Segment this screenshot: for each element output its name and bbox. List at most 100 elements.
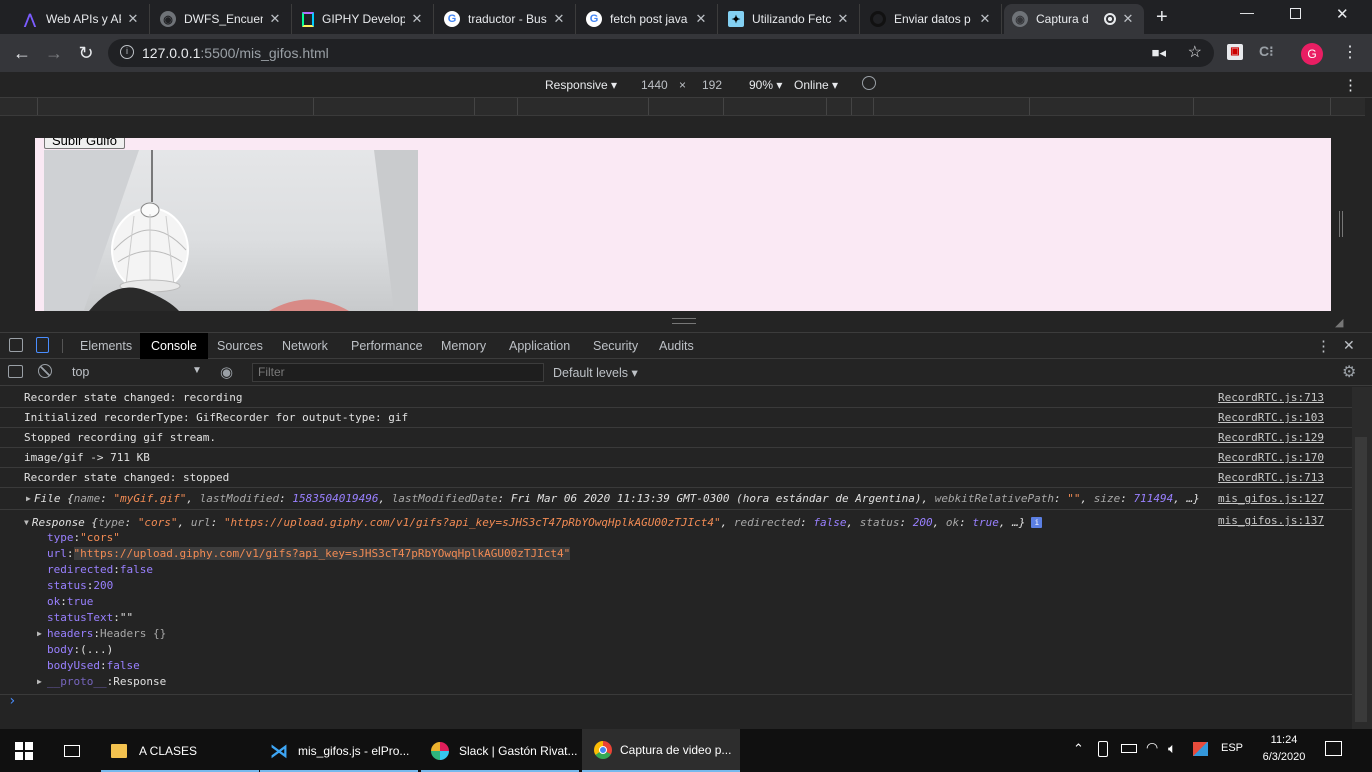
bookmark-star-icon[interactable]: ☆ xyxy=(1188,42,1202,62)
device-more-icon[interactable]: ⋮ xyxy=(1343,76,1358,94)
ruler-segment[interactable] xyxy=(37,98,38,115)
tab-elements[interactable]: Elements xyxy=(69,333,143,359)
close-devtools-icon[interactable]: ✕ xyxy=(1343,337,1355,354)
ruler-segment[interactable] xyxy=(851,98,852,115)
info-icon[interactable]: i xyxy=(120,45,134,59)
maximize-button[interactable] xyxy=(1290,8,1301,19)
viewport-resize-corner[interactable]: ◢ xyxy=(1335,316,1343,329)
taskbar-item-active[interactable]: Captura de video p... xyxy=(582,729,740,772)
expand-triangle-icon[interactable]: ▶ xyxy=(37,629,42,638)
clear-console-icon[interactable] xyxy=(38,364,52,378)
browser-tab[interactable]: G traductor - Bus ✕ xyxy=(436,4,576,34)
usb-icon[interactable] xyxy=(1098,741,1108,757)
viewport-resize-handle-bottom[interactable] xyxy=(672,318,696,324)
tab-memory[interactable]: Memory xyxy=(430,333,497,359)
battery-icon[interactable] xyxy=(1121,744,1137,753)
camera-icon[interactable]: ■◂ xyxy=(1152,45,1166,61)
expand-triangle-icon[interactable]: ▶ xyxy=(37,677,42,686)
browser-tab-active[interactable]: ◉ Captura d ✕ xyxy=(1004,4,1144,34)
gear-icon[interactable]: ⚙ xyxy=(1342,362,1356,382)
source-link[interactable]: mis_gifos.js:137 xyxy=(1218,514,1324,527)
filter-input[interactable]: Filter xyxy=(252,363,544,382)
log-levels-select[interactable]: Default levels ▾ xyxy=(553,365,638,380)
taskbar-item[interactable]: Slack | Gastón Rivat... xyxy=(421,729,579,772)
source-link[interactable]: RecordRTC.js:103 xyxy=(1218,411,1324,424)
property-row[interactable]: body: (...) xyxy=(47,641,113,657)
source-link[interactable]: RecordRTC.js:170 xyxy=(1218,451,1324,464)
throttle-select[interactable]: Online ▾ xyxy=(794,78,838,92)
app-tray-icon[interactable] xyxy=(1193,742,1208,756)
height-input[interactable]: 192 xyxy=(702,78,722,92)
property-row[interactable]: ▶ headers: Headers {} xyxy=(37,625,166,641)
source-link[interactable]: RecordRTC.js:129 xyxy=(1218,431,1324,444)
browser-tab[interactable]: ⋀ Web APIs y AP ✕ xyxy=(14,4,150,34)
chevron-down-icon[interactable]: ▼ xyxy=(192,365,202,376)
info-badge-icon[interactable]: i xyxy=(1031,516,1043,528)
close-tab-icon[interactable]: ✕ xyxy=(835,11,851,27)
toggle-device-icon[interactable] xyxy=(36,337,49,353)
browser-tab[interactable]: G fetch post java ✕ xyxy=(578,4,718,34)
ruler-segment[interactable] xyxy=(826,98,827,115)
tab-sources[interactable]: Sources xyxy=(206,333,274,359)
profile-avatar[interactable]: G xyxy=(1301,43,1323,65)
close-tab-icon[interactable]: ✕ xyxy=(693,11,709,27)
taskbar-item[interactable]: A CLASES xyxy=(101,729,259,772)
close-tab-icon[interactable]: ✕ xyxy=(409,11,425,27)
extension-icon[interactable]: C⁝ xyxy=(1259,43,1274,60)
source-link[interactable]: mis_gifos.js:127 xyxy=(1218,492,1324,505)
start-button[interactable] xyxy=(0,729,48,772)
back-button[interactable]: ← xyxy=(8,39,36,67)
wifi-icon[interactable]: ◠ xyxy=(1146,739,1158,756)
console-prompt[interactable]: › xyxy=(8,693,16,709)
clock[interactable]: 11:24 6/3/2020 xyxy=(1256,732,1312,766)
expand-triangle-icon[interactable]: ▶ xyxy=(26,494,31,503)
ruler-segment[interactable] xyxy=(1193,98,1194,115)
scrollbar-thumb[interactable] xyxy=(1355,437,1367,722)
minimize-button[interactable]: — xyxy=(1240,4,1254,20)
rotate-icon[interactable] xyxy=(862,76,876,90)
tab-console[interactable]: Console xyxy=(140,333,208,359)
ruler-segment[interactable] xyxy=(873,98,874,115)
property-row[interactable]: ▶ __proto__: Response xyxy=(37,673,166,689)
collapse-triangle-icon[interactable]: ▼ xyxy=(24,518,29,527)
browser-tab[interactable]: GIPHY Develop ✕ xyxy=(294,4,434,34)
ruler-segment[interactable] xyxy=(723,98,724,115)
ruler-segment[interactable] xyxy=(313,98,314,115)
tab-audits[interactable]: Audits xyxy=(648,333,705,359)
close-tab-icon[interactable]: ✕ xyxy=(1120,11,1136,27)
device-select[interactable]: Responsive ▾ xyxy=(545,78,617,92)
zoom-select[interactable]: 90% ▾ xyxy=(749,78,782,92)
volume-icon[interactable]: 🔈︎ xyxy=(1168,740,1176,757)
tab-network[interactable]: Network xyxy=(271,333,339,359)
browser-tab[interactable]: ◉ DWFS_Encuent ✕ xyxy=(152,4,292,34)
ruler-segment[interactable] xyxy=(1330,98,1331,115)
tab-application[interactable]: Application xyxy=(498,333,581,359)
ruler-segment[interactable] xyxy=(1029,98,1030,115)
source-link[interactable]: RecordRTC.js:713 xyxy=(1218,471,1324,484)
taskbar-item[interactable]: ⋊ mis_gifos.js - elPro... xyxy=(260,729,418,772)
close-tab-icon[interactable]: ✕ xyxy=(977,11,993,27)
tab-security[interactable]: Security xyxy=(582,333,649,359)
new-tab-button[interactable]: + xyxy=(1156,6,1168,29)
reload-button[interactable]: ↻ xyxy=(72,39,100,67)
tab-performance[interactable]: Performance xyxy=(340,333,434,359)
object-summary[interactable]: ▼ Response {type: "cors", url: "https://… xyxy=(24,515,1043,529)
eye-icon[interactable]: ◉ xyxy=(220,363,233,381)
ruler-segment[interactable] xyxy=(648,98,649,115)
browser-tab[interactable]: Enviar datos p ✕ xyxy=(862,4,1002,34)
ruler-segment[interactable] xyxy=(517,98,518,115)
language-indicator[interactable]: ESP xyxy=(1221,742,1243,754)
width-input[interactable]: 1440 xyxy=(641,78,668,92)
upload-gif-button[interactable]: Subir Guifo xyxy=(44,138,126,149)
extension-icon[interactable]: ▣ xyxy=(1227,44,1243,60)
menu-kebab-icon[interactable]: ⋮ xyxy=(1342,42,1358,62)
address-bar[interactable]: i 127.0.0.1:5500/mis_gifos.html ■◂ ☆ xyxy=(108,39,1214,67)
source-link[interactable]: RecordRTC.js:713 xyxy=(1218,391,1324,404)
close-tab-icon[interactable]: ✕ xyxy=(267,11,283,27)
console-file-object[interactable]: ▶ File {name: "myGif.gif", lastModified:… xyxy=(0,488,1352,510)
browser-tab[interactable]: ✦ Utilizando Fetc ✕ xyxy=(720,4,860,34)
ruler-segment[interactable] xyxy=(474,98,475,115)
notifications-icon[interactable] xyxy=(1325,741,1342,756)
close-tab-icon[interactable]: ✕ xyxy=(125,11,141,27)
console-scrollbar[interactable] xyxy=(1352,387,1372,729)
